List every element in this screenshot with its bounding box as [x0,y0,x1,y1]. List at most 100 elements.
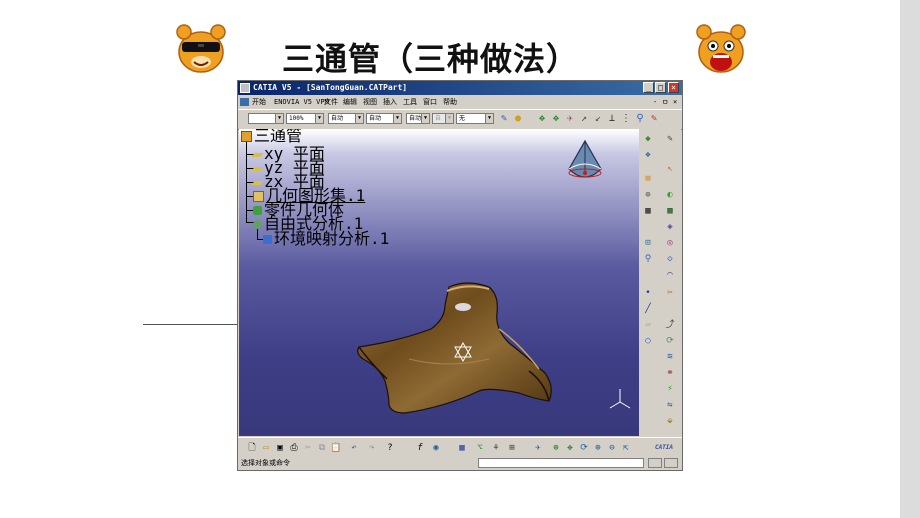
pan-view-icon[interactable]: ✥ [564,442,576,454]
paint-brush-icon[interactable]: ✎ [498,113,510,125]
transparency-combo: 自 ▼ [432,113,454,124]
line-style-combo[interactable]: 自动 ▼ [366,113,402,124]
close-button[interactable]: × [668,82,679,93]
zoom-in-icon[interactable]: ⊕ [592,442,604,454]
menu-edit[interactable]: 编辑 [343,96,357,108]
freestyle-icon[interactable]: ◆ [642,133,654,145]
doc-minimize-button[interactable]: - [653,96,657,108]
pick-icon[interactable]: ↗ [578,113,590,125]
offset-icon[interactable]: ◎ [664,237,676,249]
compass-icon[interactable] [561,139,609,191]
comment-icon[interactable]: ◉ [430,442,442,454]
point-icon[interactable]: • [642,287,654,299]
rotate-icon[interactable]: ✥ [550,113,562,125]
revolve-icon[interactable]: ⟳ [664,335,676,347]
tee-pipe-model[interactable] [349,279,569,414]
zoom-combo[interactable]: 100% ▼ [286,113,324,124]
select-icon[interactable]: ↖ [664,163,676,175]
save-icon[interactable]: ▣ [274,442,286,454]
layer-combo[interactable]: 无 ▼ [456,113,494,124]
menu-help[interactable]: 帮助 [443,96,457,108]
doc-restore-button[interactable]: ㅁ [662,96,668,108]
point-combo[interactable]: 自动 ▼ [406,113,430,124]
translate-icon[interactable]: ⬙ [664,415,676,427]
menu-window[interactable]: 窗口 [423,96,437,108]
split-icon[interactable]: ⚡ [664,383,676,395]
line-weight-combo[interactable]: 自动 ▼ [328,113,364,124]
rotate-view-icon[interactable]: ⟳ [578,442,590,454]
shouting-mascot-icon [694,22,748,76]
tree-item-part[interactable]: 三通管 [241,129,302,144]
line-icon[interactable]: ╱ [642,303,654,315]
sweep-icon[interactable]: ≋ [664,351,676,363]
normal-view-icon[interactable]: ⇱ [620,442,632,454]
pan-icon[interactable]: ✥ [536,113,548,125]
command-help-button[interactable] [664,458,678,468]
analysis-tool-icon[interactable]: ❖ [642,149,654,161]
line-type-combo[interactable]: ▼ [248,113,284,124]
analysis-icon [253,220,262,229]
redo-icon[interactable]: ↷ [366,442,378,454]
document-icon[interactable] [240,98,249,106]
snap-point-icon[interactable]: ⊞ [642,173,654,185]
environment-mapping-icon [263,235,272,244]
extrude-icon[interactable]: ⤴ [664,319,676,331]
join-icon[interactable]: ⚭ [664,367,676,379]
catia-app-icon[interactable] [240,83,250,93]
undo-icon[interactable]: ↶ [348,442,360,454]
trim-icon[interactable]: ✂ [664,287,676,299]
color-icon[interactable]: ✎ [648,113,660,125]
copy-icon[interactable]: ⧉ [316,442,328,454]
plane-tool-icon[interactable]: ▱ [642,319,654,331]
sketch-tracer-icon[interactable]: ✎ [664,133,676,145]
grid-icon[interactable]: ⋮ [620,113,632,125]
properties-icon[interactable]: ● [512,113,524,125]
snap-icon[interactable]: ⊥ [606,113,618,125]
grid-plane-icon[interactable]: ▦ [642,205,654,217]
surface-icon[interactable]: ▩ [664,205,676,217]
compass-tool-icon[interactable]: ⊕ [642,189,654,201]
maximize-button[interactable]: □ [655,82,666,93]
symmetry-icon[interactable]: ⇋ [664,399,676,411]
measure-icon[interactable]: ⚲ [634,113,646,125]
match-icon[interactable]: ◇ [664,253,676,265]
print-icon[interactable]: ⎙ [288,442,300,454]
fly-icon[interactable]: ✈ [564,113,576,125]
sketch-icon[interactable]: ↙ [592,113,604,125]
paste-icon[interactable]: 📋 [330,442,342,454]
zoom-tool-icon[interactable]: ⚲ [642,253,654,265]
zoom-out-icon[interactable]: ⊖ [606,442,618,454]
table-icon[interactable]: ▦ [456,442,468,454]
cut-icon[interactable]: ✂ [302,442,314,454]
fly-mode-icon[interactable]: ✈ [532,442,544,454]
cool-mascot-icon [174,22,228,76]
geometric-set-icon [253,191,264,202]
window-titlebar[interactable]: CATIA V5 - [SanTongGuan.CATPart] _ □ × [238,81,682,95]
menu-enovia[interactable]: ENOVIA V5 VPM [274,96,329,108]
catalog-icon[interactable]: ⚘ [490,442,502,454]
open-folder-icon[interactable]: ▭ [260,442,272,454]
menu-file[interactable]: 文件 [324,96,338,108]
tree-item-environment-mapping[interactable]: 环境映射分析.1 [263,231,389,247]
control-points-icon[interactable]: ⊡ [642,237,654,249]
whats-this-icon[interactable]: ? [384,442,396,454]
doc-close-button[interactable]: × [673,96,677,108]
menu-insert[interactable]: 插入 [383,96,397,108]
fillet-icon[interactable]: ◠ [664,269,676,281]
fit-all-icon[interactable]: ⊕ [550,442,562,454]
knowledge-icon[interactable]: ⊞ [506,442,518,454]
menu-start[interactable]: 开始 [252,96,266,108]
command-input[interactable] [478,458,644,468]
curve-icon[interactable]: ◐ [664,189,676,201]
circle-icon[interactable]: ○ [642,335,654,347]
new-file-icon[interactable]: 🗋 [246,442,258,454]
menu-tools[interactable]: 工具 [403,96,417,108]
tree-structure-icon[interactable]: ⌥ [474,442,486,454]
blend-icon[interactable]: ◈ [664,221,676,233]
minimize-button[interactable]: _ [643,82,654,93]
formula-icon[interactable]: f [414,442,426,454]
slide-side-strip [900,0,920,518]
menu-view[interactable]: 视图 [363,96,377,108]
command-stop-button[interactable] [648,458,662,468]
3d-viewport[interactable]: 三通管 xy 平面 yz 平面 zx 平面 几何图形集.1 零件几何体 自由式分… [239,129,639,436]
